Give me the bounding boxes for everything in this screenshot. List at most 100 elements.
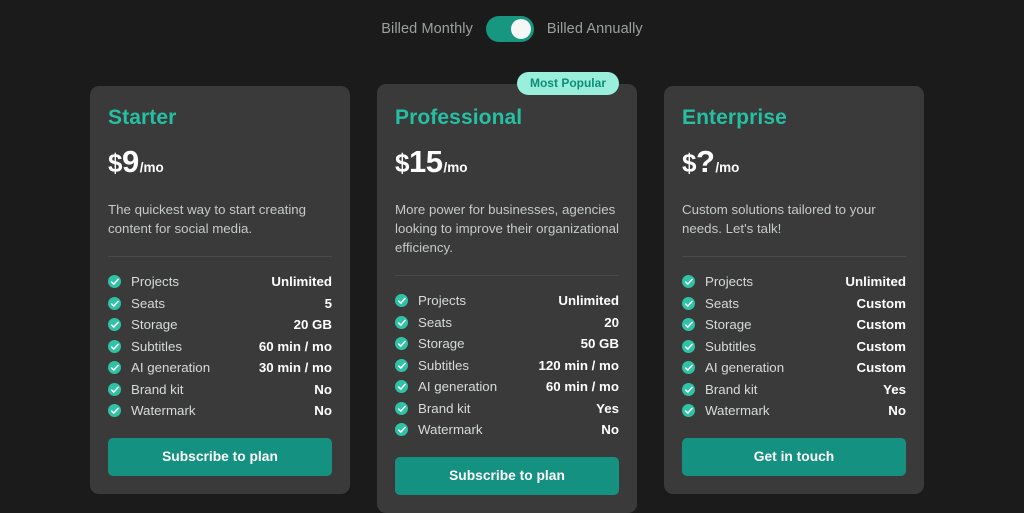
feature-value: Yes (883, 381, 906, 397)
card-divider (682, 256, 906, 257)
feature-value: 60 min / mo (258, 338, 332, 354)
plan-description: Custom solutions tailored to your needs.… (682, 202, 876, 236)
pricing-cards: Starter $9/mo The quickest way to start cr… (90, 72, 924, 513)
feature-list: Projects Unlimited Seats 5 Storage 20 GB Subti… (108, 271, 332, 422)
pricing-card-enterprise: Enterprise $?/mo Custom solutions tailored… (664, 86, 924, 494)
feature-row: Seats Custom (682, 293, 906, 315)
feature-row: AI generation 30 min / mo (108, 357, 332, 379)
feature-row: Watermark No (108, 400, 332, 422)
pricing-card-professional: Most Popular Professional $15/mo More power… (377, 72, 637, 513)
feature-value: Unlimited (558, 293, 619, 309)
plan-name: Starter (108, 106, 177, 129)
card-divider (108, 256, 332, 257)
feature-label: Watermark (705, 403, 770, 419)
feature-label: Subtitles (131, 338, 182, 354)
feature-row: Watermark No (395, 419, 619, 441)
feature-value: Unlimited (845, 274, 906, 290)
feature-value: No (314, 381, 332, 397)
feature-row: Projects Unlimited (108, 271, 332, 293)
feature-label: Projects (131, 274, 180, 290)
plan-description: More power for businesses, agencies look… (395, 202, 619, 255)
feature-value: Custom (856, 360, 907, 376)
plan-name: Enterprise (682, 106, 787, 129)
check-icon (395, 423, 408, 437)
feature-list: Projects Unlimited Seats 20 Storage 50 GB Subt… (395, 290, 619, 441)
feature-value: No (888, 403, 906, 419)
billing-annually-label[interactable]: Billed Annually (547, 21, 643, 37)
price-period: /mo (443, 160, 468, 175)
feature-row: Watermark No (682, 400, 906, 422)
feature-value: Custom (856, 317, 907, 333)
toggle-knob (510, 19, 531, 39)
most-popular-badge: Most Popular (516, 72, 619, 95)
price-currency: $ (682, 148, 696, 178)
check-icon (108, 296, 121, 310)
feature-label: Subtitles (418, 357, 469, 373)
feature-label: Watermark (418, 422, 483, 438)
check-icon (395, 401, 408, 415)
price-period: /mo (139, 160, 164, 175)
feature-label: Storage (418, 336, 465, 352)
feature-value: 30 min / mo (258, 360, 332, 376)
check-icon (108, 382, 121, 396)
feature-row: Storage 50 GB (395, 333, 619, 355)
check-icon (682, 318, 695, 332)
price-currency: $ (108, 148, 122, 178)
plan-cta-button[interactable]: Subscribe to plan (395, 456, 619, 495)
price-amount: ? (695, 144, 715, 179)
feature-row: Brand kit No (108, 379, 332, 401)
feature-row: AI generation Custom (682, 357, 906, 379)
plan-description: The quickest way to start creating conte… (108, 202, 307, 236)
price-currency: $ (395, 148, 409, 178)
feature-label: Storage (131, 317, 178, 333)
feature-row: Subtitles Custom (682, 336, 906, 358)
billing-period-toggle[interactable] (485, 16, 534, 42)
feature-row: Subtitles 60 min / mo (108, 336, 332, 358)
feature-row: Projects Unlimited (395, 290, 619, 312)
feature-row: Storage Custom (682, 314, 906, 336)
check-icon (682, 339, 695, 353)
feature-value: Unlimited (271, 274, 332, 290)
check-icon (395, 358, 408, 372)
feature-value: Custom (856, 295, 907, 311)
feature-value: Yes (596, 400, 619, 416)
check-icon (682, 382, 695, 396)
feature-value: 20 GB (293, 317, 332, 333)
billing-monthly-label[interactable]: Billed Monthly (381, 21, 473, 37)
feature-label: AI generation (418, 379, 498, 395)
plan-name: Professional (395, 106, 523, 129)
feature-label: Seats (131, 295, 166, 311)
feature-label: Subtitles (705, 338, 756, 354)
check-icon (395, 337, 408, 351)
feature-value: 5 (324, 295, 332, 311)
feature-label: Projects (418, 293, 467, 309)
check-icon (108, 318, 121, 332)
feature-list: Projects Unlimited Seats Custom Storage Custo… (682, 271, 906, 422)
pricing-card-starter: Starter $9/mo The quickest way to start cr… (90, 86, 350, 494)
plan-cta-button[interactable]: Get in touch (682, 437, 906, 476)
feature-row: Storage 20 GB (108, 314, 332, 336)
card-divider (395, 275, 619, 276)
feature-label: AI generation (131, 360, 211, 376)
feature-label: Storage (705, 317, 752, 333)
check-icon (108, 339, 121, 353)
check-icon (682, 275, 695, 289)
feature-row: AI generation 60 min / mo (395, 376, 619, 398)
billing-period-switcher: Billed Monthly Billed Annually (0, 0, 1024, 58)
feature-label: Projects (705, 274, 754, 290)
feature-row: Brand kit Yes (682, 379, 906, 401)
feature-label: Watermark (131, 403, 196, 419)
feature-label: Brand kit (418, 400, 471, 416)
feature-value: Custom (856, 338, 907, 354)
check-icon (108, 361, 121, 375)
plan-price: $?/mo (682, 144, 906, 180)
plan-price: $15/mo (395, 144, 619, 180)
check-icon (682, 404, 695, 418)
feature-row: Seats 20 (395, 312, 619, 334)
feature-value: 20 (604, 314, 619, 330)
feature-value: 120 min / mo (538, 357, 619, 373)
plan-cta-button[interactable]: Subscribe to plan (108, 437, 332, 476)
feature-row: Subtitles 120 min / mo (395, 355, 619, 377)
check-icon (682, 296, 695, 310)
feature-row: Seats 5 (108, 293, 332, 315)
